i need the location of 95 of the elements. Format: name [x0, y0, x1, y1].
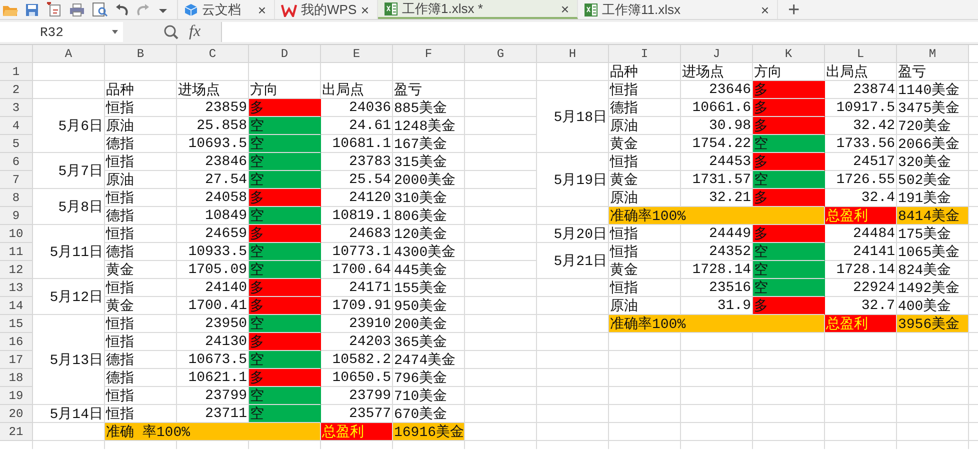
- column-header: L: [825, 45, 897, 63]
- print-icon[interactable]: [69, 2, 85, 16]
- formula-input[interactable]: [221, 22, 978, 42]
- print-preview-icon[interactable]: [92, 2, 108, 17]
- direction-cell: 多: [753, 81, 825, 99]
- row-header: 4: [0, 117, 33, 135]
- row-header: 8: [0, 189, 33, 207]
- accuracy-cell: 准确率100%: [609, 315, 825, 333]
- column-header: K: [753, 45, 825, 63]
- total-label-cell: 总盈利: [321, 423, 393, 441]
- row-header: 18: [0, 369, 33, 387]
- total-label-cell: 总盈利: [825, 207, 897, 225]
- direction-cell: 空: [249, 405, 321, 423]
- new-tab-button[interactable]: +: [778, 0, 810, 19]
- direction-cell: 空: [753, 243, 825, 261]
- direction-cell: 多: [753, 189, 825, 207]
- column-header: G: [465, 45, 537, 63]
- total-cell: 16916美金: [393, 423, 465, 441]
- spreadsheet-icon[interactable]: [584, 2, 598, 16]
- close-button[interactable]: ×: [560, 0, 569, 16]
- column-header: J: [681, 45, 753, 63]
- accuracy-cell: 准确 率100%: [105, 423, 321, 441]
- direction-cell: 空: [249, 135, 321, 153]
- direction-cell: 多: [249, 99, 321, 117]
- close-button[interactable]: ×: [360, 2, 369, 18]
- row-header: 15: [0, 315, 33, 333]
- direction-cell: 多: [249, 279, 321, 297]
- row-header: 2: [0, 81, 33, 99]
- direction-cell: 多: [753, 99, 825, 117]
- direction-cell: 空: [249, 117, 321, 135]
- direction-cell: 空: [753, 171, 825, 189]
- direction-cell: 多: [753, 117, 825, 135]
- direction-cell: 多: [249, 225, 321, 243]
- row-header: 1: [0, 63, 33, 81]
- row-header: 14: [0, 297, 33, 315]
- direction-cell: 空: [753, 279, 825, 297]
- tab[interactable]: 工作簿1.xlsx * ×: [378, 0, 578, 19]
- direction-cell: 空: [249, 261, 321, 279]
- tab[interactable]: 云文档 ×: [178, 0, 275, 19]
- row-header: 10: [0, 225, 33, 243]
- total-cell: 3956美金: [897, 315, 969, 333]
- row-header: 13: [0, 279, 33, 297]
- direction-cell: 多: [753, 297, 825, 315]
- column-header: A: [33, 45, 105, 63]
- row-header: 16: [0, 333, 33, 351]
- column-header: D: [249, 45, 321, 63]
- row-header: 12: [0, 261, 33, 279]
- close-button[interactable]: ×: [258, 2, 266, 18]
- column-header: F: [393, 45, 465, 63]
- cube-icon[interactable]: [184, 2, 198, 16]
- row-header: 7: [0, 171, 33, 189]
- direction-cell: 空: [249, 171, 321, 189]
- direction-cell: 多: [249, 369, 321, 387]
- direction-cell: 多: [753, 225, 825, 243]
- column-header: M: [897, 45, 969, 63]
- direction-cell: 空: [249, 387, 321, 405]
- row-header: 20: [0, 405, 33, 423]
- spreadsheet-icon[interactable]: [384, 2, 398, 16]
- new-document-icon[interactable]: [46, 2, 62, 17]
- row-header: 5: [0, 135, 33, 153]
- search-icon[interactable]: [163, 24, 179, 40]
- direction-cell: 多: [753, 153, 825, 171]
- row-header: 3: [0, 99, 33, 117]
- row-header: 17: [0, 351, 33, 369]
- direction-cell: 空: [249, 207, 321, 225]
- column-header: B: [105, 45, 177, 63]
- row-header: 9: [0, 207, 33, 225]
- direction-cell: 多: [249, 333, 321, 351]
- caret-icon[interactable]: [111, 29, 119, 35]
- row-header: 6: [0, 153, 33, 171]
- column-header: I: [609, 45, 681, 63]
- column-header: C: [177, 45, 249, 63]
- close-button[interactable]: ×: [760, 2, 769, 18]
- direction-cell: 空: [249, 315, 321, 333]
- column-header: H: [537, 45, 609, 63]
- direction-cell: 空: [249, 243, 321, 261]
- w-logo-icon[interactable]: [281, 2, 297, 16]
- direction-cell: 空: [249, 351, 321, 369]
- direction-cell: 空: [753, 261, 825, 279]
- direction-cell: 多: [249, 189, 321, 207]
- row-header: 19: [0, 387, 33, 405]
- direction-cell: 空: [249, 153, 321, 171]
- save-icon[interactable]: [25, 2, 39, 16]
- direction-cell: 多: [249, 297, 321, 315]
- total-cell: 8414美金: [897, 207, 969, 225]
- undo-icon[interactable]: [115, 2, 129, 16]
- total-label-cell: 总盈利: [825, 315, 897, 333]
- row-header: 11: [0, 243, 33, 261]
- insert-function-button[interactable]: fx: [189, 23, 201, 41]
- column-header: E: [321, 45, 393, 63]
- name-box[interactable]: R32: [0, 22, 123, 42]
- accuracy-cell: 准确率100%: [609, 207, 825, 225]
- tab[interactable]: 工作簿11.xlsx ×: [578, 0, 778, 19]
- direction-cell: 空: [753, 135, 825, 153]
- row-header: 21: [0, 423, 33, 441]
